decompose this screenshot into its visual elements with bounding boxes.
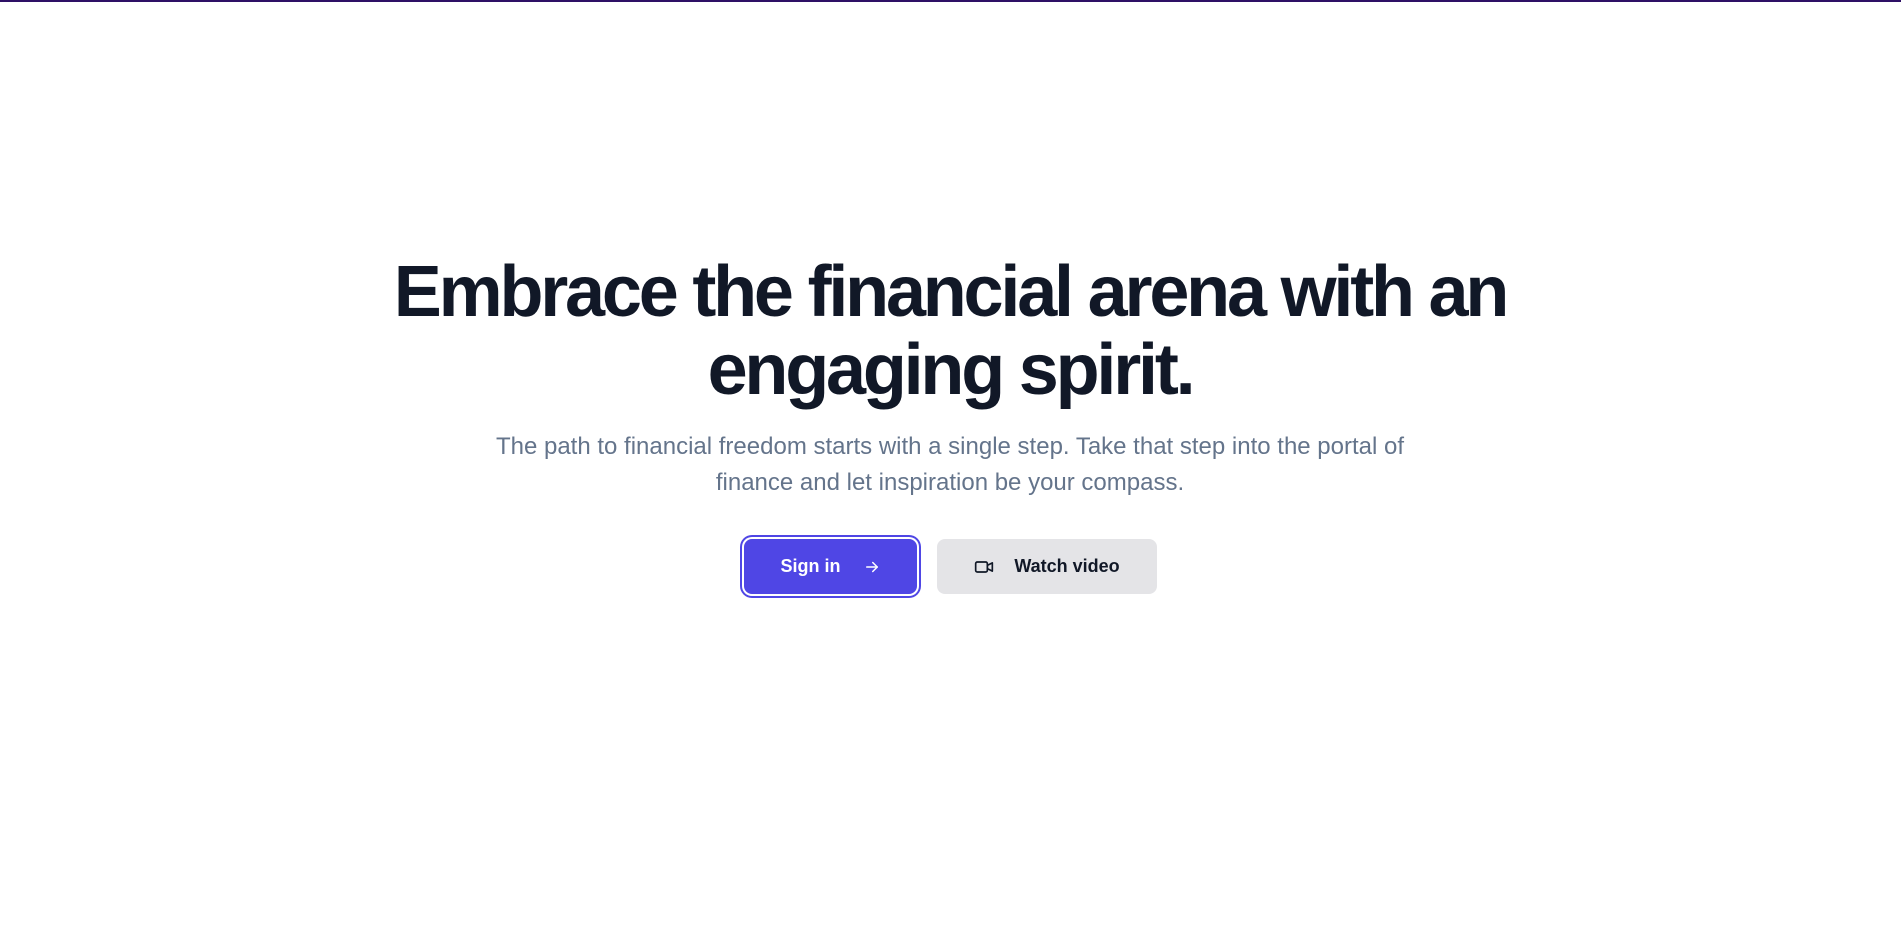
hero-subtext-line-1: The path to financial freedom starts wit… [495, 433, 1405, 460]
watch-video-button[interactable]: Watch video [937, 539, 1157, 594]
hero-headline-line-1: Embrace the financial arena with an [393, 252, 1510, 332]
sign-in-button[interactable]: Sign in [744, 539, 917, 594]
sign-in-label: Sign in [780, 556, 841, 576]
arrow-right-icon [863, 558, 881, 576]
hero-headline-line-2: engaging spirit. [707, 330, 1196, 410]
hero-section: Embrace the financial arena with an enga… [0, 0, 1901, 931]
hero-headline: Embrace the financial arena with an enga… [250, 253, 1650, 409]
video-camera-icon [974, 557, 994, 577]
hero-subtext-line-2: finance and let inspiration be your comp… [715, 469, 1185, 496]
hero-subtext: The path to financial freedom starts wit… [440, 429, 1460, 501]
watch-video-label: Watch video [1014, 556, 1120, 576]
